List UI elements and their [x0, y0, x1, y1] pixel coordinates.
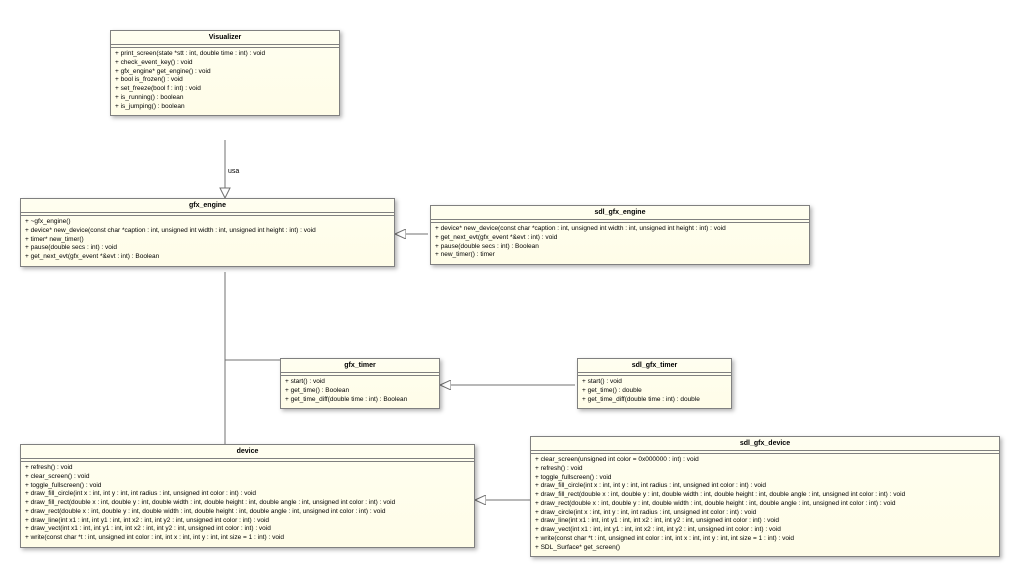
class-methods: + ~gfx_engine() + device* new_device(con… [21, 216, 394, 266]
method-row: + draw_fill_rect(double x : int, double … [535, 491, 995, 500]
class-methods: + start() : void + get_time() : double +… [578, 376, 731, 408]
class-title: sdl_gfx_timer [578, 359, 731, 373]
class-title: sdl_gfx_device [531, 437, 999, 451]
method-row: + draw_circle(int x : int, int y : int, … [535, 509, 995, 518]
method-row: + get_time_diff(double time : int) : Boo… [285, 396, 435, 405]
method-row: + draw_line(int x1 : int, int y1 : int, … [535, 517, 995, 526]
method-row: + pause(double secs : int) : void [25, 244, 390, 253]
method-row: + is_jumping() : boolean [115, 103, 335, 112]
method-row: + toggle_fullscreen() : void [25, 482, 470, 491]
method-row: + get_next_evt(gfx_event *&evt : int) : … [25, 253, 390, 262]
class-visualizer: Visualizer + print_screen(state *stt : i… [110, 30, 340, 116]
class-methods: + refresh() : void + clear_screen() : vo… [21, 462, 474, 547]
class-gfx-timer: gfx_timer + start() : void + get_time() … [280, 358, 440, 409]
class-methods: + print_screen(state *stt : int, double … [111, 48, 339, 115]
class-sdl-gfx-device: sdl_gfx_device + clear_screen(unsigned i… [530, 436, 1000, 557]
method-row: + start() : void [582, 378, 727, 387]
method-row: + refresh() : void [25, 464, 470, 473]
relation-label-usa: usa [228, 168, 239, 175]
method-row: + timer* new_timer() [25, 236, 390, 245]
method-row: + draw_fill_circle(int x : int, int y : … [25, 490, 470, 499]
method-row: + draw_fill_circle(int x : int, int y : … [535, 482, 995, 491]
method-row: + refresh() : void [535, 465, 995, 474]
method-row: + draw_line(int x1 : int, int y1 : int, … [25, 517, 470, 526]
class-title: Visualizer [111, 31, 339, 45]
class-title: device [21, 445, 474, 459]
method-row: + draw_fill_rect(double x : int, double … [25, 499, 470, 508]
class-methods: + clear_screen(unsigned int color = 0x00… [531, 454, 999, 556]
method-row: + SDL_Surface* get_screen() [535, 544, 995, 553]
method-row: + check_event_key() : void [115, 59, 335, 68]
class-title: gfx_engine [21, 199, 394, 213]
method-row: + bool is_frozen() : void [115, 76, 335, 85]
class-device: device + refresh() : void + clear_screen… [20, 444, 475, 548]
method-row: + is_running() : boolean [115, 94, 335, 103]
method-row: + write(const char *t : int, unsigned in… [25, 534, 470, 543]
method-row: + pause(double secs : int) : Boolean [435, 243, 805, 252]
method-row: + print_screen(state *stt : int, double … [115, 50, 335, 59]
method-row: + draw_rect(double x : int, double y : i… [25, 508, 470, 517]
method-row: + draw_vect(int x1 : int, int y1 : int, … [535, 526, 995, 535]
method-row: + draw_vect(int x1 : int, int y1 : int, … [25, 525, 470, 534]
method-row: + gfx_engine* get_engine() : void [115, 68, 335, 77]
method-row: + get_time() : double [582, 387, 727, 396]
class-gfx-engine: gfx_engine + ~gfx_engine() + device* new… [20, 198, 395, 267]
method-row: + device* new_device(const char *caption… [435, 225, 805, 234]
method-row: + clear_screen() : void [25, 473, 470, 482]
method-row: + get_time() : Boolean [285, 387, 435, 396]
method-row: + device* new_device(const char *caption… [25, 227, 390, 236]
method-row: + get_next_evt(gfx_event *&evt : int) : … [435, 234, 805, 243]
method-row: + toggle_fullscreen() : void [535, 474, 995, 483]
class-title: gfx_timer [281, 359, 439, 373]
class-sdl-gfx-engine: sdl_gfx_engine + device* new_device(cons… [430, 205, 810, 265]
class-title: sdl_gfx_engine [431, 206, 809, 220]
method-row: + get_time_diff(double time : int) : dou… [582, 396, 727, 405]
method-row: + ~gfx_engine() [25, 218, 390, 227]
method-row: + clear_screen(unsigned int color = 0x00… [535, 456, 995, 465]
class-methods: + start() : void + get_time() : Boolean … [281, 376, 439, 408]
method-row: + start() : void [285, 378, 435, 387]
method-row: + new_timer() : timer [435, 251, 805, 260]
class-methods: + device* new_device(const char *caption… [431, 223, 809, 264]
method-row: + draw_rect(double x : int, double y : i… [535, 500, 995, 509]
method-row: + set_freeze(bool f : int) : void [115, 85, 335, 94]
class-sdl-gfx-timer: sdl_gfx_timer + start() : void + get_tim… [577, 358, 732, 409]
method-row: + write(const char *t : int, unsigned in… [535, 535, 995, 544]
